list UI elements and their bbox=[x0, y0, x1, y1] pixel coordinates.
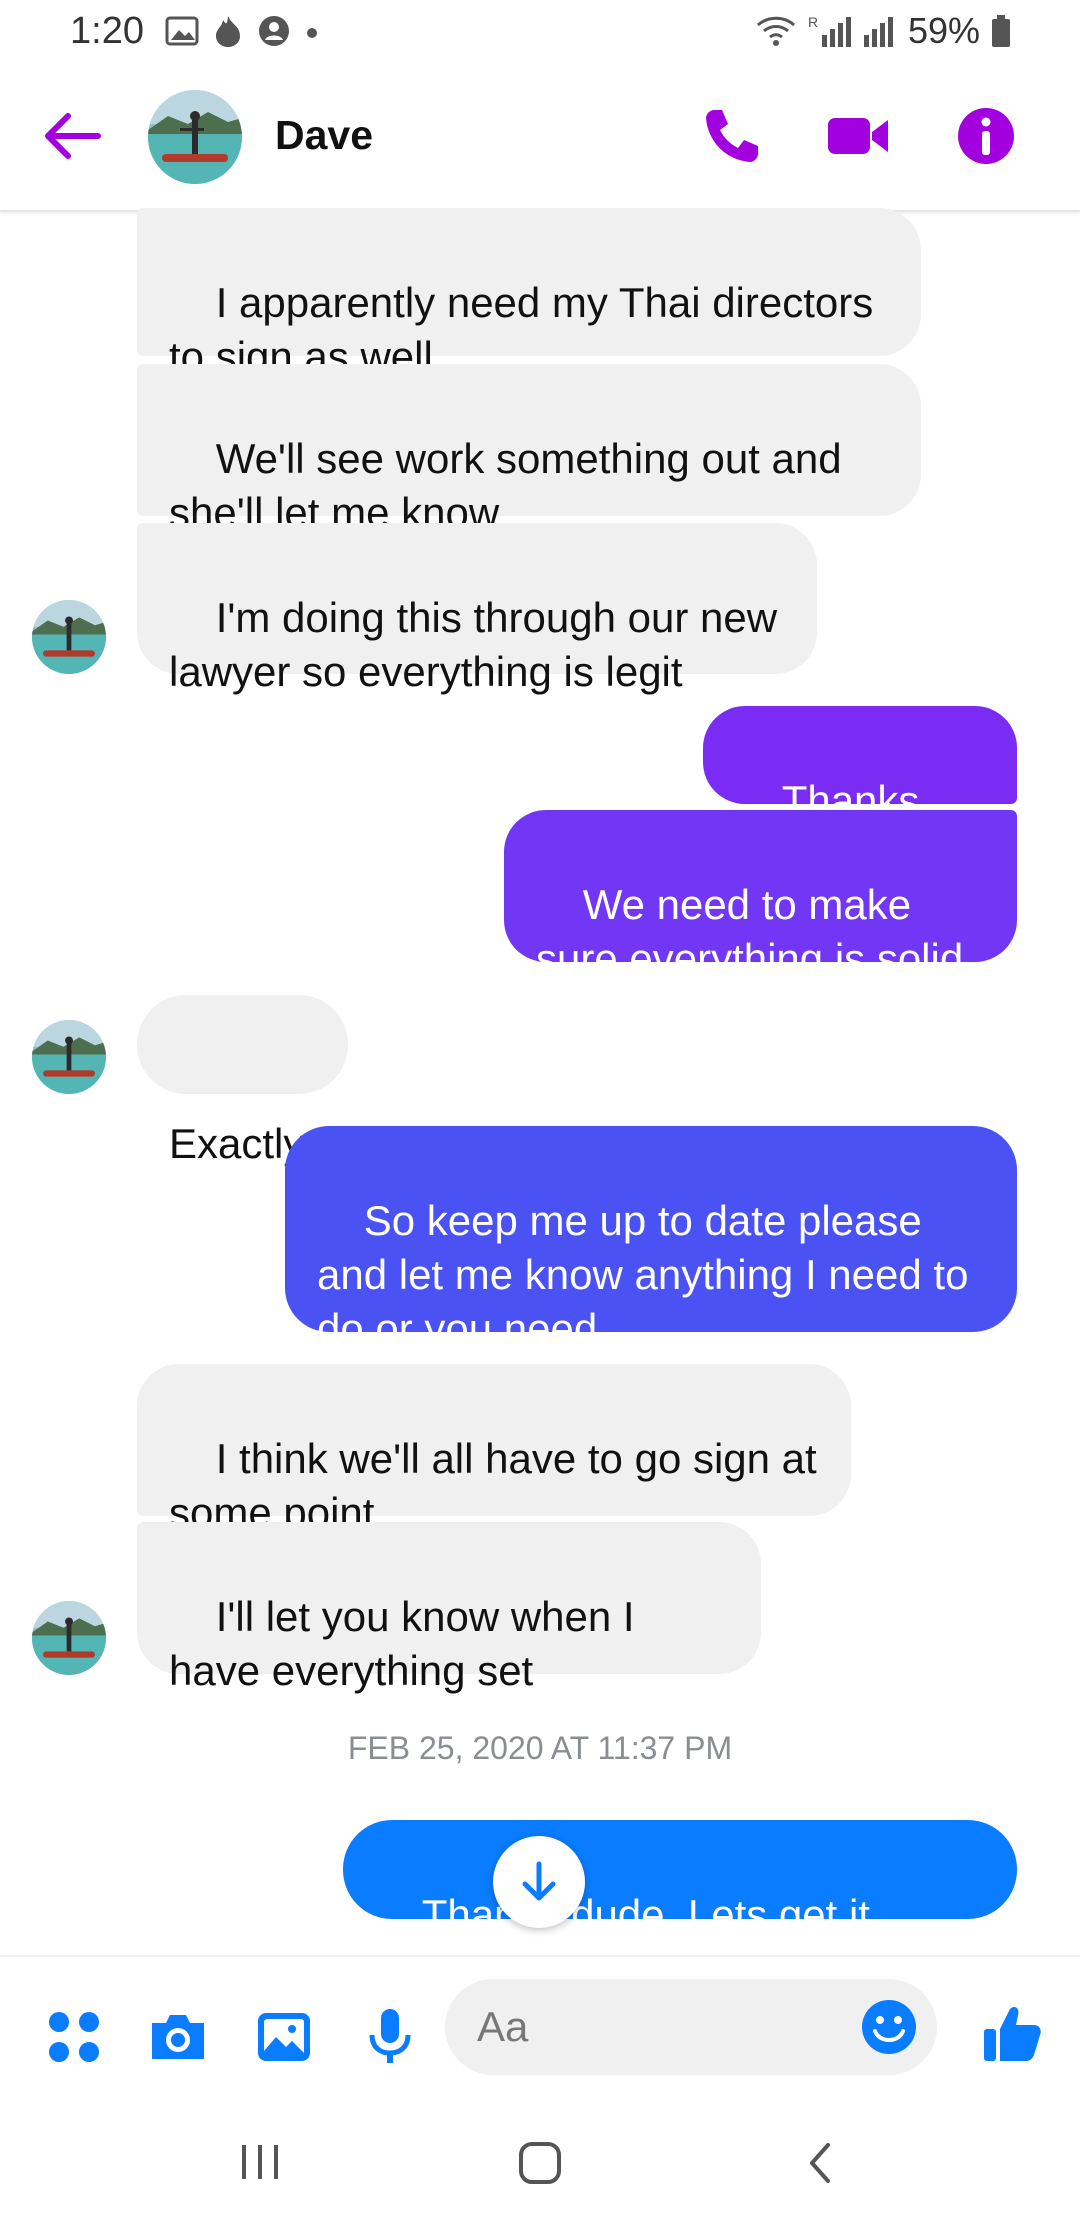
account-icon bbox=[259, 16, 289, 46]
message-bubble-incoming[interactable]: I think we'll all have to go sign at som… bbox=[137, 1364, 851, 1536]
contact-photo bbox=[32, 600, 106, 674]
back-icon[interactable] bbox=[792, 2133, 852, 2193]
message-text: We'll see work something out and she'll … bbox=[169, 435, 854, 536]
sender-avatar[interactable] bbox=[32, 1020, 106, 1094]
avatar[interactable] bbox=[148, 90, 242, 184]
signal-icon bbox=[863, 17, 893, 47]
message-bubble-outgoing[interactable]: We need to make sure everything is solid bbox=[504, 810, 1017, 982]
scroll-to-bottom-button[interactable] bbox=[493, 1836, 585, 1928]
messenger-screen: 1:20 R 59% Dave I apparently need my Tha… bbox=[0, 0, 1080, 2220]
contact-photo bbox=[32, 1020, 106, 1094]
contact-name[interactable]: Dave bbox=[275, 112, 373, 159]
phone-icon[interactable] bbox=[700, 104, 764, 168]
video-camera-icon[interactable] bbox=[826, 104, 890, 168]
battery-percentage: 59% bbox=[907, 10, 980, 51]
contact-photo bbox=[32, 1601, 106, 1675]
message-text: I think we'll all have to go sign at som… bbox=[169, 1435, 829, 1536]
sender-avatar[interactable] bbox=[32, 600, 106, 674]
info-icon[interactable] bbox=[954, 104, 1018, 168]
battery-icon bbox=[992, 15, 1010, 47]
message-text: We need to make sure everything is solid bbox=[536, 881, 964, 982]
system-navigation-bar bbox=[0, 2105, 1080, 2220]
emoji-icon[interactable] bbox=[859, 1997, 919, 2057]
recent-apps-icon[interactable] bbox=[230, 2133, 290, 2193]
camera-icon[interactable] bbox=[148, 2007, 208, 2067]
signal-icon: R bbox=[808, 14, 851, 47]
message-timestamp: FEB 25, 2020 AT 11:37 PM bbox=[347, 1730, 733, 1766]
message-text: Exactly bbox=[169, 1120, 305, 1167]
message-bubble-incoming[interactable]: Exactly bbox=[137, 995, 348, 1167]
dot-icon bbox=[307, 28, 317, 38]
arrow-down-icon bbox=[522, 1861, 556, 1901]
message-bubble-outgoing[interactable]: Thanks dude. Lets get it done! bbox=[343, 1820, 1017, 1992]
message-bubble-incoming[interactable]: I apparently need my Thai directors to s… bbox=[137, 208, 921, 380]
back-arrow-icon[interactable] bbox=[40, 108, 104, 164]
notification-icons bbox=[165, 14, 319, 48]
message-bubble-incoming[interactable]: We'll see work something out and she'll … bbox=[137, 364, 921, 536]
message-bubble-incoming[interactable]: I'm doing this through our new lawyer so… bbox=[137, 523, 817, 695]
contact-photo bbox=[148, 90, 242, 184]
message-bubble-outgoing[interactable]: Thanks man bbox=[703, 706, 1017, 878]
input-placeholder: Aa bbox=[477, 2003, 529, 2050]
message-bubble-outgoing[interactable]: So keep me up to date please and let me … bbox=[285, 1126, 1017, 1352]
message-text: I'll let you know when I have everything… bbox=[169, 1593, 647, 1694]
gallery-icon[interactable] bbox=[254, 2007, 314, 2067]
status-bar: 1:20 R 59% bbox=[0, 0, 1080, 64]
system-icons: R 59% bbox=[754, 10, 1012, 52]
status-time: 1:20 bbox=[70, 10, 144, 52]
message-text: So keep me up to date please and let me … bbox=[317, 1197, 981, 1352]
image-icon bbox=[165, 16, 199, 46]
home-icon[interactable] bbox=[510, 2133, 570, 2193]
microphone-icon[interactable] bbox=[360, 2007, 420, 2067]
wifi-icon bbox=[756, 16, 795, 46]
conversation-header: Dave bbox=[0, 64, 1080, 212]
thumbs-up-icon[interactable] bbox=[980, 2001, 1044, 2065]
message-input[interactable]: Aa bbox=[445, 1979, 937, 2075]
message-bubble-incoming[interactable]: I'll let you know when I have everything… bbox=[137, 1522, 761, 1694]
sender-avatar[interactable] bbox=[32, 1601, 106, 1675]
apps-icon[interactable] bbox=[44, 2007, 104, 2067]
svg-text:R: R bbox=[808, 14, 818, 30]
message-text: I'm doing this through our new lawyer so… bbox=[169, 594, 789, 695]
flame-icon bbox=[216, 16, 240, 47]
message-composer: Aa bbox=[0, 1955, 1080, 2107]
